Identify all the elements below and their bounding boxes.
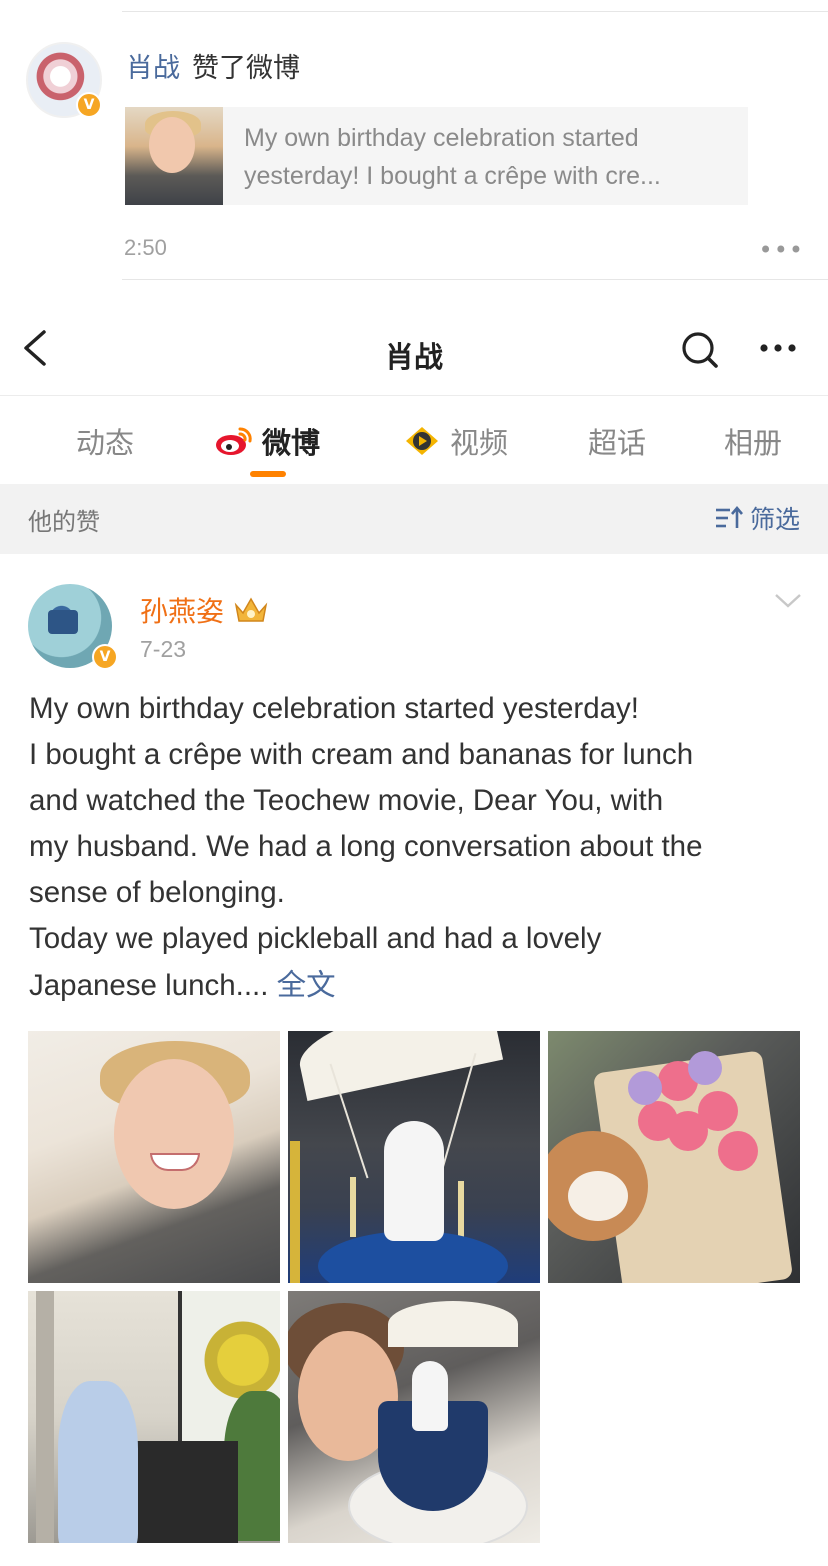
photo-grid: [28, 1031, 800, 1543]
video-icon: [406, 427, 438, 455]
tab-super-topic[interactable]: 超话: [588, 419, 646, 463]
photo-selfie[interactable]: [28, 1031, 280, 1283]
weibo-post[interactable]: V 孙燕姿 7-23 My own birthday celebration s…: [0, 554, 828, 1566]
tab-label: 微博: [262, 426, 321, 460]
photo-dog-with-roses[interactable]: [548, 1031, 800, 1283]
photo-selfie-with-cake[interactable]: [288, 1291, 540, 1543]
tab-label: 超话: [588, 426, 647, 460]
post-author-name: 孙燕姿: [140, 595, 225, 628]
post-text-line: I bought a crêpe with cream and bananas …: [29, 738, 694, 771]
filter-icon: [715, 505, 743, 528]
section-title: 他的赞: [28, 508, 100, 536]
notification-action-text: 赞了微博: [192, 53, 300, 84]
weibo-logo-icon: [216, 427, 252, 455]
notification-timestamp: 2:50: [124, 235, 167, 260]
profile-tabs: 动态 微博 视频 超话 相册: [0, 397, 828, 483]
tab-weibo[interactable]: 微博: [214, 419, 320, 463]
crown-badge-icon: [234, 597, 268, 622]
post-text-line: sense of belonging.: [29, 876, 285, 909]
post-text-line: and watched the Teochew movie, Dear You,…: [29, 784, 664, 817]
avatar[interactable]: V: [26, 42, 102, 118]
post-text-line: My own birthday celebration started yest…: [29, 692, 639, 725]
post-text-line: Today we played pickleball and had a lov…: [29, 922, 602, 955]
search-icon[interactable]: [680, 330, 720, 370]
post-author-link[interactable]: 孙燕姿: [140, 590, 270, 630]
verified-badge-icon: V: [92, 644, 118, 670]
full-text-link[interactable]: 全文: [277, 968, 336, 1002]
active-tab-indicator: [250, 471, 286, 477]
like-notification-card[interactable]: V 肖战 赞了微博 My own birthday celebration st…: [0, 0, 828, 290]
post-body: My own birthday celebration started yest…: [29, 686, 809, 1009]
user-name-link[interactable]: 肖战: [126, 46, 180, 85]
quoted-post-preview[interactable]: My own birthday celebration started yest…: [125, 107, 748, 205]
tab-video[interactable]: 视频: [404, 419, 508, 463]
post-text-line: Japanese lunch....: [29, 969, 269, 1002]
tab-album[interactable]: 相册: [724, 419, 782, 463]
section-header: 他的赞 筛选: [0, 484, 828, 554]
tab-label: 动态: [76, 426, 135, 460]
tab-label: 相册: [724, 426, 783, 460]
more-options-icon[interactable]: •••: [759, 236, 804, 264]
tab-label: 视频: [450, 426, 509, 460]
post-text-line: my husband. We had a long conversation a…: [29, 830, 703, 863]
divider: [122, 11, 828, 12]
tab-dynamics[interactable]: 动态: [76, 419, 134, 463]
post-text-line-last: Japanese lunch.... 全文: [29, 962, 809, 1009]
photo-astronaut-cake[interactable]: [288, 1031, 540, 1283]
more-menu-icon[interactable]: [758, 338, 798, 358]
filter-button[interactable]: 筛选: [714, 500, 800, 536]
top-navigation-bar: 肖战: [0, 290, 828, 396]
post-date: 7-23: [140, 636, 187, 662]
quoted-post-thumbnail: [125, 107, 223, 205]
photo-piano-room[interactable]: [28, 1291, 280, 1543]
avatar[interactable]: V: [28, 584, 118, 670]
quoted-post-text: My own birthday celebration started yest…: [244, 124, 661, 190]
divider: [122, 279, 828, 280]
chevron-down-icon[interactable]: [774, 592, 802, 610]
verified-badge-icon: V: [76, 92, 102, 118]
filter-label: 筛选: [749, 505, 800, 534]
